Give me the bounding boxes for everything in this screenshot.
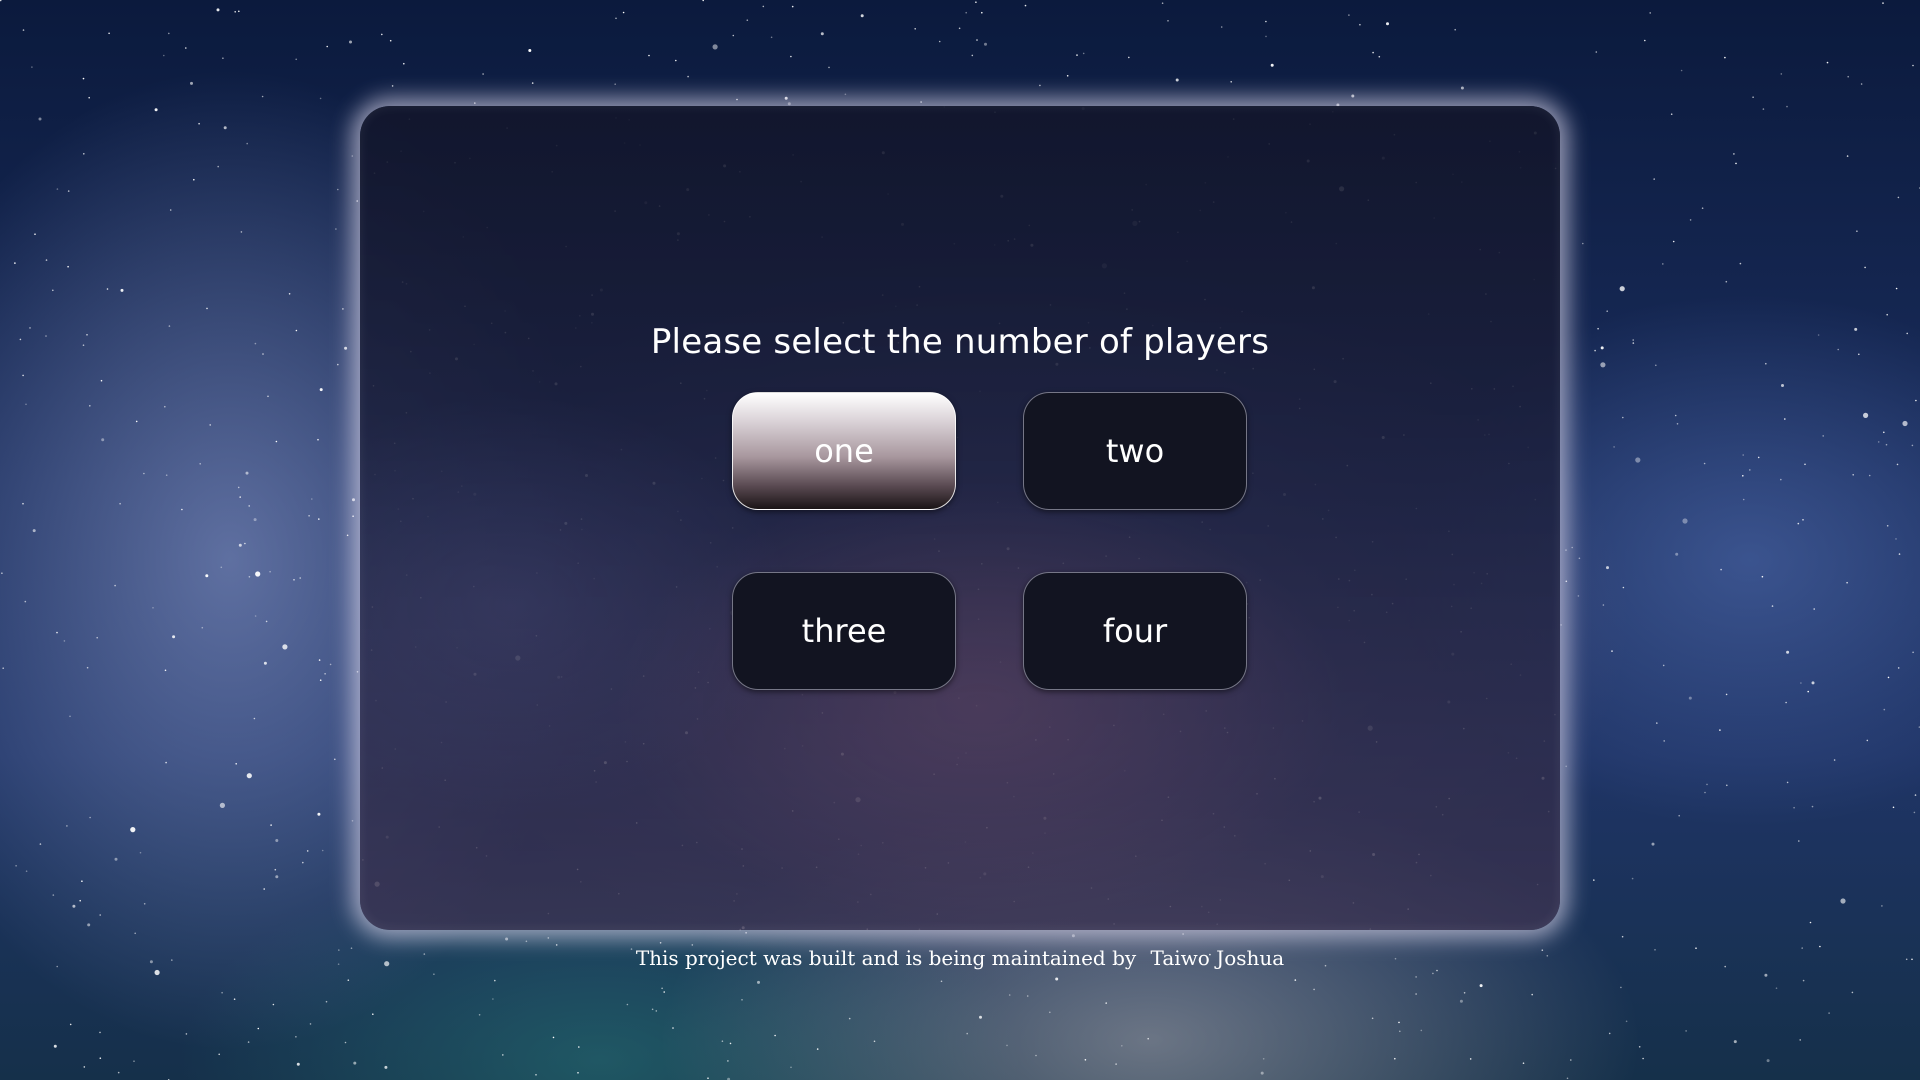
author-link[interactable]: Taiwo Joshua	[1151, 946, 1285, 970]
footer: This project was built and is being main…	[0, 946, 1920, 970]
footer-text: This project was built and is being main…	[635, 946, 1137, 970]
player-select-panel: Please select the number of players one …	[360, 106, 1560, 930]
player-count-three-button[interactable]: three	[732, 572, 956, 690]
player-count-one-button[interactable]: one	[732, 392, 956, 510]
player-count-four-button[interactable]: four	[1023, 572, 1247, 690]
select-players-title: Please select the number of players	[650, 322, 1270, 362]
player-count-two-button[interactable]: two	[1023, 392, 1247, 510]
